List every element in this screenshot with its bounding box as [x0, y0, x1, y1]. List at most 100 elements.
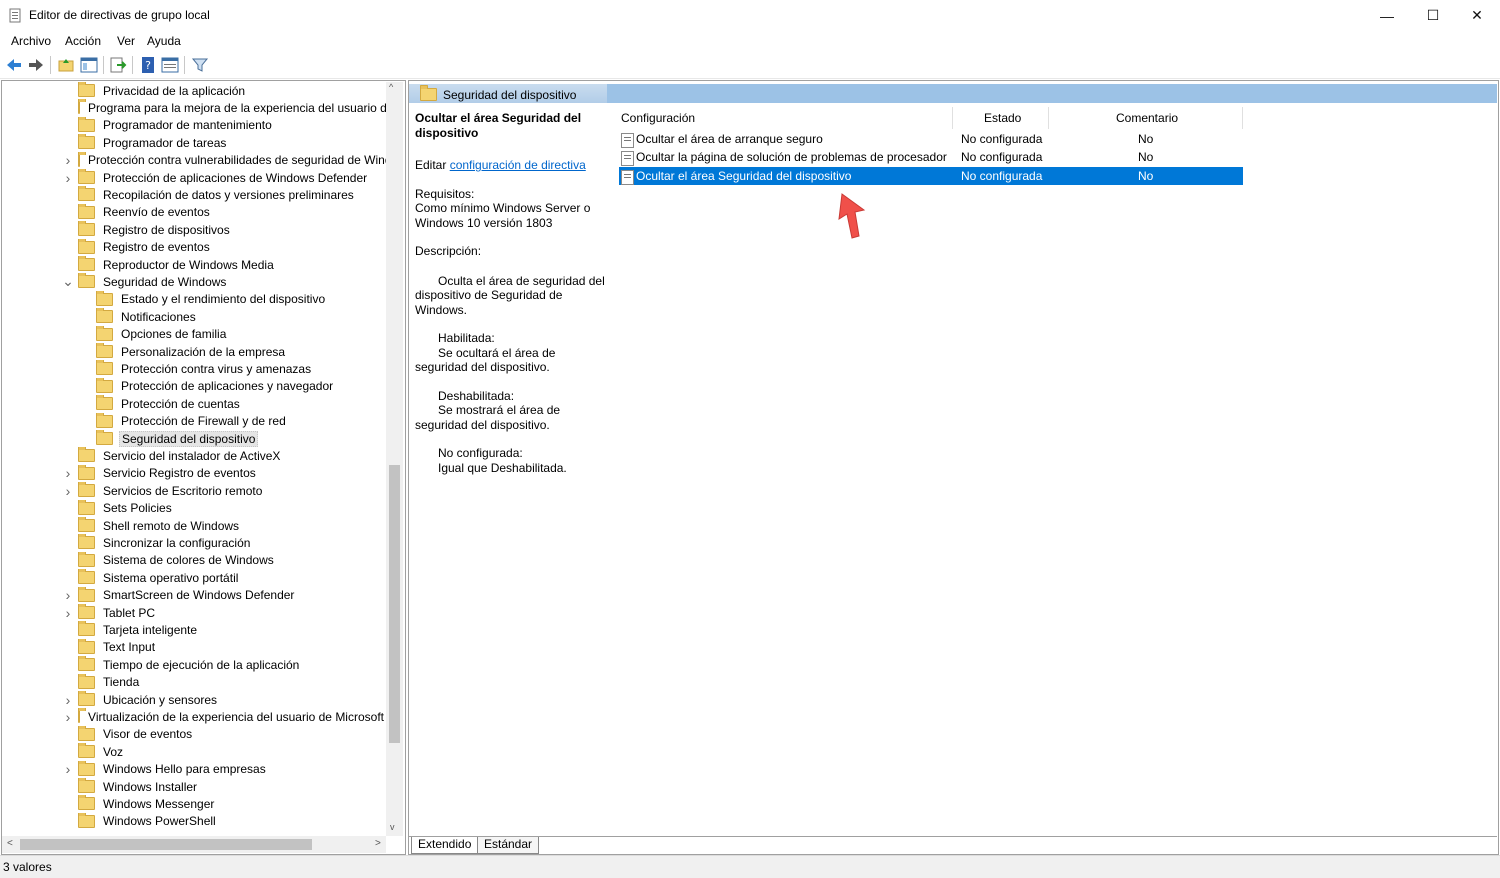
export-list-icon[interactable]	[109, 56, 127, 74]
tree-item[interactable]: Protección de aplicaciones y navegador	[96, 377, 335, 395]
tree-item[interactable]: Sets Policies	[78, 499, 174, 517]
tree-item[interactable]: Tarjeta inteligente	[78, 621, 199, 638]
menu-archivo[interactable]: Archivo	[11, 34, 51, 48]
column-header-setting[interactable]: Configuración	[621, 111, 695, 125]
chevron-right-icon[interactable]: ›	[63, 152, 73, 169]
edit-policy-link[interactable]: configuración de directiva	[450, 158, 586, 172]
column-header-state[interactable]: Estado	[984, 111, 1021, 125]
folder-icon	[78, 116, 95, 132]
tree-item-label: Programador de tareas	[103, 135, 227, 150]
tree-item[interactable]: Windows PowerShell	[78, 812, 218, 830]
tree-item[interactable]: Seguridad de Windows	[78, 273, 228, 290]
folder-icon	[78, 725, 95, 741]
folder-icon	[78, 778, 95, 793]
filter-icon[interactable]	[191, 56, 209, 74]
tree-item[interactable]: Tienda	[78, 673, 141, 691]
tabs-divider	[409, 836, 1497, 837]
tree-item[interactable]: Notificaciones	[96, 308, 198, 325]
minimize-button[interactable]: —	[1364, 0, 1410, 31]
tree-item[interactable]: Tiempo de ejecución de la aplicación	[78, 656, 301, 673]
scroll-right-icon[interactable]: >	[375, 838, 381, 849]
tab-estandar[interactable]: Estándar	[477, 837, 540, 854]
tree-item[interactable]: Servicios de Escritorio remoto	[78, 482, 264, 499]
policy-row[interactable]: Ocultar el área de arranque seguro No con…	[619, 130, 1243, 148]
tree-item[interactable]: Protección de aplicaciones de Windows De…	[78, 169, 369, 186]
tree-item[interactable]: Reenvío de eventos	[78, 203, 212, 221]
chevron-right-icon[interactable]: ›	[63, 465, 73, 482]
tree-item[interactable]: Sincronizar la configuración	[78, 534, 252, 551]
folder-icon	[96, 395, 113, 411]
tree-item[interactable]: Servicio Registro de eventos	[78, 464, 258, 482]
maximize-button[interactable]: ☐	[1410, 0, 1456, 31]
scroll-down-icon[interactable]: v	[390, 822, 395, 832]
tree-item[interactable]: Windows Hello para empresas	[78, 760, 268, 778]
chevron-right-icon[interactable]: ›	[63, 708, 73, 725]
properties-icon[interactable]	[161, 56, 179, 74]
menu-ver[interactable]: Ver	[117, 34, 135, 48]
tree-item[interactable]: Programador de mantenimiento	[78, 116, 274, 134]
tree-item-label: Sistema de colores de Windows	[103, 553, 274, 568]
tree-item[interactable]: Sistema operativo portátil	[78, 569, 240, 586]
tree-item[interactable]: Opciones de familia	[96, 325, 228, 343]
tree-item[interactable]: Sistema de colores de Windows	[78, 551, 276, 569]
menu-accion[interactable]: Acción	[65, 34, 101, 48]
tree-item[interactable]: Seguridad del dispositivo	[96, 430, 259, 447]
tree-item[interactable]: Shell remoto de Windows	[78, 517, 241, 534]
tree-vertical-scroll-thumb[interactable]	[389, 465, 400, 743]
tree-item[interactable]: Virtualización de la experiencia del usu…	[78, 708, 386, 725]
folder-icon	[96, 343, 113, 358]
tree-item[interactable]: Servicio del instalador de ActiveX	[78, 447, 282, 464]
tree-item[interactable]: Voz	[78, 743, 125, 760]
tree-item[interactable]: Windows Installer	[78, 778, 199, 795]
tree-item[interactable]: Ubicación y sensores	[78, 691, 219, 708]
chevron-down-icon[interactable]: ⌄	[62, 273, 74, 290]
tree-item[interactable]: Protección contra vulnerabilidades de se…	[78, 151, 386, 169]
tree-item[interactable]: Privacidad de la aplicación	[78, 82, 247, 99]
tree-item[interactable]: Windows Messenger	[78, 795, 216, 812]
folder-icon	[78, 569, 95, 585]
menu-ayuda[interactable]: Ayuda	[147, 34, 181, 48]
status-text: 3 valores	[3, 860, 52, 874]
chevron-right-icon[interactable]: ›	[63, 691, 73, 708]
up-folder-icon[interactable]	[57, 56, 75, 74]
policy-row[interactable]: Ocultar la página de solución de problem…	[619, 148, 1243, 167]
column-divider[interactable]	[1048, 107, 1049, 129]
close-button[interactable]: ✕	[1454, 0, 1500, 31]
tree-item[interactable]: Protección de Firewall y de red	[96, 412, 288, 430]
tree-item[interactable]: Recopilación de datos y versiones prelim…	[78, 186, 356, 203]
tree-item[interactable]: Reproductor de Windows Media	[78, 256, 276, 273]
column-divider[interactable]	[1242, 107, 1243, 129]
scroll-left-icon[interactable]: <	[7, 838, 13, 849]
policy-setting-icon	[621, 151, 634, 167]
chevron-right-icon[interactable]: ›	[63, 169, 73, 186]
help-icon[interactable]: ?	[139, 56, 157, 74]
chevron-right-icon[interactable]: ›	[63, 587, 73, 604]
back-icon[interactable]	[5, 56, 23, 74]
policy-row[interactable]: Ocultar el área Seguridad del dispositiv…	[619, 166, 1243, 185]
tree-item[interactable]: Tablet PC	[78, 604, 157, 621]
tree-item-label: Privacidad de la aplicación	[103, 83, 246, 98]
tree-item[interactable]: Estado y el rendimiento del dispositivo	[96, 290, 327, 308]
tree-item[interactable]: Text Input	[78, 638, 157, 656]
show-hide-tree-icon[interactable]	[80, 56, 98, 74]
forward-icon[interactable]	[27, 56, 45, 74]
tree-item[interactable]: Programa para la mejora de la experienci…	[78, 99, 386, 116]
tree-item-label: Estado y el rendimiento del dispositivo	[121, 292, 326, 307]
tree-item[interactable]: Personalización de la empresa	[96, 343, 287, 360]
policy-description-panel: Ocultar el área Seguridad del dispositiv…	[415, 111, 611, 475]
tree-item[interactable]: Registro de eventos	[78, 238, 212, 256]
tree-item[interactable]: Registro de dispositivos	[78, 221, 232, 238]
tree-item[interactable]: Visor de eventos	[78, 725, 194, 743]
tree-item[interactable]: Programador de tareas	[78, 134, 228, 151]
column-header-comment[interactable]: Comentario	[1116, 111, 1178, 125]
tree-item[interactable]: Protección contra virus y amenazas	[96, 360, 313, 377]
chevron-right-icon[interactable]: ›	[63, 482, 73, 499]
tree-horizontal-scroll-thumb[interactable]	[20, 839, 312, 850]
tree-item[interactable]: Protección de cuentas	[96, 395, 242, 412]
column-divider[interactable]	[952, 107, 953, 129]
chevron-right-icon[interactable]: ›	[63, 604, 73, 621]
tree-item[interactable]: SmartScreen de Windows Defender	[78, 586, 296, 604]
tab-extendido[interactable]: Extendido	[411, 837, 479, 854]
chevron-right-icon[interactable]: ›	[63, 761, 73, 778]
scroll-up-icon[interactable]: ^	[389, 82, 393, 92]
